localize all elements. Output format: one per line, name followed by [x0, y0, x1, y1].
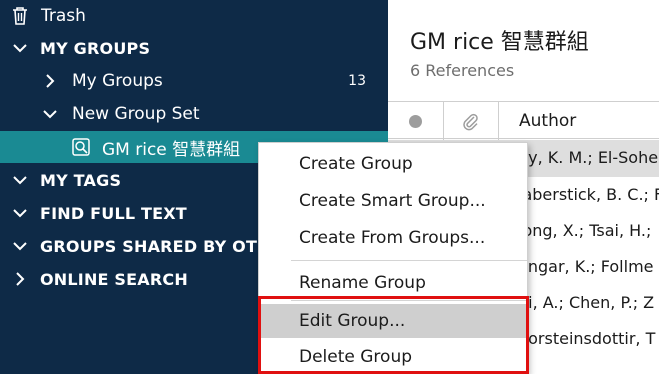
- author-cell: engar, K.; Follme: [518, 257, 654, 276]
- section-label: GROUPS SHARED BY OTH: [40, 236, 271, 256]
- sidebar-item-group-set[interactable]: New Group Set: [0, 98, 388, 130]
- chevron-right-icon: [46, 74, 55, 88]
- highlight-box: [258, 296, 529, 374]
- chevron-down-icon: [43, 110, 57, 119]
- column-author[interactable]: Author: [519, 111, 576, 131]
- menu-divider: [291, 260, 527, 261]
- section-label: MY TAGS: [40, 170, 122, 190]
- column-header: Author: [388, 101, 659, 140]
- paperclip-icon[interactable]: [460, 111, 480, 131]
- menu-item-create-group[interactable]: Create Group: [259, 147, 527, 181]
- sidebar-item-trash[interactable]: Trash: [0, 0, 388, 32]
- author-cell: long, X.; Tsai, H.;: [518, 221, 652, 240]
- author-cell: laberstick, B. C.; F: [518, 185, 659, 204]
- sidebar-item-label: Trash: [41, 6, 86, 26]
- reference-count: 6 References: [410, 61, 515, 80]
- group-count: 13: [348, 73, 366, 89]
- sidebar-item-my-groups[interactable]: My Groups 13: [0, 65, 388, 97]
- page-title: GM rice 智慧群組: [410, 30, 589, 55]
- read-status-icon[interactable]: [409, 115, 422, 128]
- section-label: FIND FULL TEXT: [40, 203, 187, 223]
- author-cell: ny, K. M.; El-Sohe: [518, 148, 659, 167]
- section-label: ONLINE SEARCH: [40, 269, 188, 289]
- chevron-down-icon: [13, 242, 27, 251]
- section-my-groups[interactable]: MY GROUPS: [0, 32, 388, 64]
- menu-item-create-smart-group[interactable]: Create Smart Group...: [259, 184, 527, 218]
- smart-group-icon: [72, 138, 90, 156]
- trash-icon: [13, 7, 27, 25]
- chevron-right-icon: [16, 272, 25, 286]
- section-label: MY GROUPS: [40, 38, 151, 58]
- author-cell: hi, A.; Chen, P.; Z: [518, 293, 655, 312]
- menu-item-rename-group[interactable]: Rename Group: [259, 266, 527, 300]
- author-cell: horsteinsdottir, T: [518, 329, 656, 348]
- chevron-down-icon: [13, 44, 27, 53]
- chevron-down-icon: [13, 176, 27, 185]
- sidebar-item-label: New Group Set: [72, 104, 200, 124]
- sidebar-item-label: GM rice 智慧群組: [102, 139, 241, 160]
- sidebar-item-label: My Groups: [72, 71, 163, 91]
- menu-item-create-from-groups[interactable]: Create From Groups...: [259, 221, 527, 255]
- chevron-down-icon: [13, 209, 27, 218]
